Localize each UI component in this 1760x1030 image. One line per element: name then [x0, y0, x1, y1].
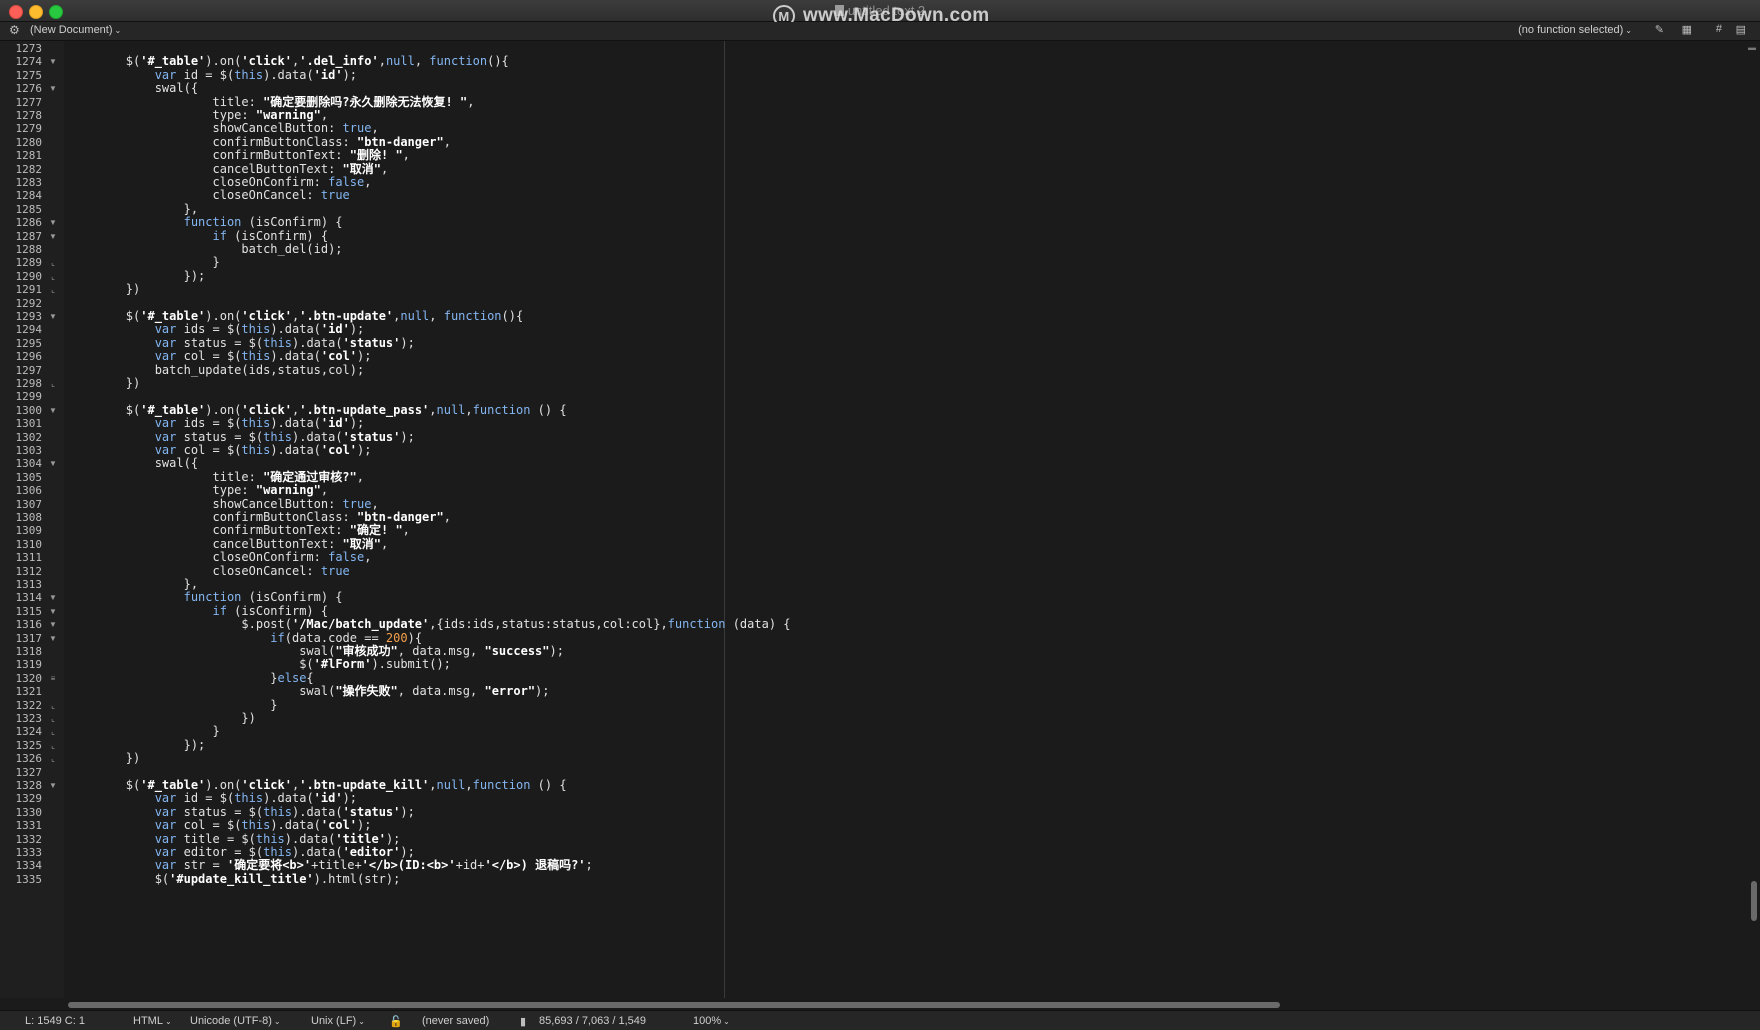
line-number-gutter[interactable]: 1273 1274 ▼ 1275 1276 ▼ 1277 1278 1279 1280 1281 12…	[0, 41, 65, 998]
function-menu[interactable]: (no function selected) ⌄	[1518, 24, 1632, 36]
save-state: (never saved)	[422, 1015, 490, 1027]
chevron-down-icon: ⌄	[358, 1017, 365, 1026]
line-number[interactable]: 1335	[0, 872, 43, 887]
language-menu[interactable]: HTML ⌄	[133, 1015, 172, 1027]
encoding-label: Unicode (UTF-8)	[190, 1015, 272, 1027]
encoding-menu[interactable]: Unicode (UTF-8) ⌄	[190, 1015, 281, 1027]
hash-tool-icon[interactable]: #	[1716, 23, 1722, 35]
navigation-bar: ⚙ (New Document) ⌄ (no function selected)…	[0, 22, 1760, 41]
chevron-down-icon: ⌄	[723, 1017, 730, 1026]
language-label: HTML	[133, 1015, 163, 1027]
chevron-down-icon: ⌄	[114, 26, 122, 35]
code-line[interactable]: })	[68, 751, 140, 766]
fold-triangle-icon[interactable]: ▼	[49, 631, 57, 646]
fold-triangle-icon[interactable]: ▼	[49, 456, 57, 471]
document-info-icon[interactable]: ▤	[1736, 23, 1746, 36]
document-menu-label: (New Document)	[30, 24, 113, 36]
markup-tool-icon[interactable]: ✎	[1655, 23, 1664, 36]
fold-triangle-icon[interactable]: ▼	[49, 309, 57, 324]
line-endings-menu[interactable]: Unix (LF) ⌄	[311, 1015, 365, 1027]
line-endings-label: Unix (LF)	[311, 1015, 357, 1027]
chevron-down-icon: ⌄	[273, 1017, 281, 1026]
bookmark-tool-icon[interactable]: ▦	[1682, 23, 1692, 36]
vertical-scrollbar[interactable]	[1751, 881, 1757, 921]
function-menu-label: (no function selected)	[1518, 24, 1624, 36]
fold-triangle-icon[interactable]: ▼	[49, 54, 57, 69]
fold-end-icon[interactable]: ⌞	[49, 282, 57, 297]
zoom-label: 100%	[693, 1015, 722, 1027]
chevron-down-icon: ⌄	[1625, 26, 1632, 35]
code-line[interactable]: })	[68, 282, 140, 297]
document-stats[interactable]: 85,693 / 7,063 / 1,549	[539, 1015, 646, 1027]
fold-end-icon[interactable]: ⌞	[49, 376, 57, 391]
fold-triangle-icon[interactable]: ▼	[49, 229, 57, 244]
fold-end-icon[interactable]: ⌞	[49, 751, 57, 766]
page-guide	[724, 41, 725, 998]
gear-icon[interactable]: ⚙	[9, 23, 20, 37]
fold-triangle-icon[interactable]: ▼	[49, 81, 57, 96]
code-line[interactable]: })	[68, 376, 140, 391]
document-menu[interactable]: (New Document) ⌄	[30, 24, 121, 36]
fold-end-icon[interactable]: ≡	[49, 671, 57, 686]
cursor-position[interactable]: L: 1549 C: 1	[25, 1015, 85, 1027]
lock-icon[interactable]: 🔓	[389, 1015, 403, 1028]
chevron-down-icon: ⌄	[164, 1017, 172, 1026]
horizontal-scrollbar[interactable]	[68, 1002, 1280, 1008]
document-icon: ▮	[520, 1016, 527, 1028]
zoom-menu[interactable]: 100% ⌄	[693, 1015, 730, 1027]
code-line[interactable]: $('#update_kill_title').html(str);	[68, 872, 401, 887]
fold-triangle-icon[interactable]: ▼	[49, 778, 57, 793]
status-bar: L: 1549 C: 1 HTML ⌄ Unicode (UTF-8) ⌄ Unix…	[0, 1010, 1760, 1030]
fold-triangle-icon[interactable]: ▼	[49, 403, 57, 418]
split-view-icon[interactable]: ▬	[1748, 43, 1756, 52]
